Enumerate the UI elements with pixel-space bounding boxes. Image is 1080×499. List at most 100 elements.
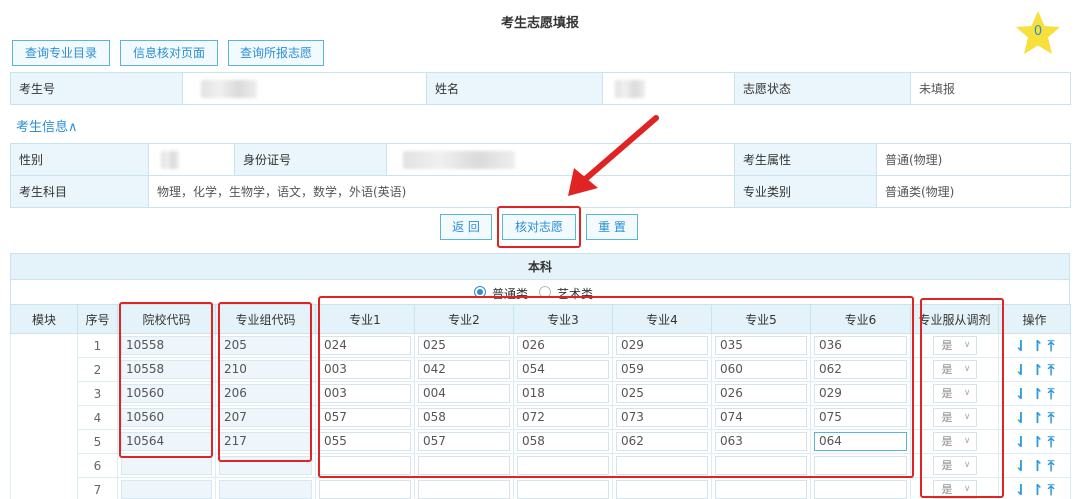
major2-input[interactable]: 025 bbox=[418, 336, 510, 355]
major5-input[interactable] bbox=[715, 480, 807, 499]
move-down-icon[interactable]: ⇃ bbox=[1015, 361, 1028, 379]
major1-input[interactable]: 024 bbox=[319, 336, 411, 355]
major3-input[interactable] bbox=[517, 480, 609, 499]
group-code-input[interactable] bbox=[219, 456, 312, 475]
major4-input[interactable] bbox=[616, 456, 708, 475]
major3-input[interactable]: 054 bbox=[517, 360, 609, 379]
major1-input[interactable]: 055 bbox=[319, 432, 411, 451]
school-code-input[interactable]: 10558 bbox=[121, 336, 212, 355]
major2-input[interactable] bbox=[418, 480, 510, 499]
move-top-icon[interactable]: ⤒ bbox=[1048, 337, 1055, 355]
school-code-input[interactable] bbox=[121, 456, 212, 475]
major4-cell: 073 bbox=[612, 405, 712, 430]
major5-input[interactable]: 060 bbox=[715, 360, 807, 379]
favorites-star-badge[interactable]: 0 bbox=[1014, 10, 1062, 56]
major6-input[interactable]: 036 bbox=[814, 336, 907, 355]
major4-input[interactable] bbox=[616, 480, 708, 499]
major1-col-header: 专业1 bbox=[315, 304, 415, 334]
major1-input[interactable]: 003 bbox=[319, 384, 411, 403]
move-up-icon[interactable]: ↾ bbox=[1031, 457, 1044, 475]
move-top-icon[interactable]: ⤒ bbox=[1048, 361, 1055, 379]
major6-input[interactable]: 029 bbox=[814, 384, 907, 403]
major1-input[interactable] bbox=[319, 480, 411, 499]
move-up-icon[interactable]: ↾ bbox=[1031, 361, 1044, 379]
major6-input[interactable] bbox=[814, 480, 907, 499]
major5-input[interactable]: 074 bbox=[715, 408, 807, 427]
adjust-select[interactable]: 是 ∨ bbox=[932, 480, 977, 499]
major2-input[interactable]: 004 bbox=[418, 384, 510, 403]
move-top-icon[interactable]: ⤒ bbox=[1048, 481, 1055, 499]
query-applied-choices-button[interactable]: 查询所报志愿 bbox=[228, 40, 324, 66]
move-down-icon[interactable]: ⇃ bbox=[1015, 337, 1028, 355]
major6-input[interactable]: 064 bbox=[814, 432, 907, 451]
major3-input[interactable]: 026 bbox=[517, 336, 609, 355]
major3-input[interactable]: 018 bbox=[517, 384, 609, 403]
group-code-input[interactable]: 206 bbox=[219, 384, 312, 403]
move-top-icon[interactable]: ⤒ bbox=[1048, 385, 1055, 403]
major5-input[interactable]: 035 bbox=[715, 336, 807, 355]
major4-input[interactable]: 062 bbox=[616, 432, 708, 451]
adjust-select[interactable]: 是 ∨ bbox=[932, 336, 977, 355]
major2-input[interactable]: 042 bbox=[418, 360, 510, 379]
major3-input[interactable]: 072 bbox=[517, 408, 609, 427]
major4-input[interactable]: 059 bbox=[616, 360, 708, 379]
query-major-catalog-button[interactable]: 查询专业目录 bbox=[12, 40, 110, 66]
move-up-icon[interactable]: ↾ bbox=[1031, 481, 1044, 499]
major1-input[interactable]: 003 bbox=[319, 360, 411, 379]
school-code-input[interactable]: 10564 bbox=[121, 432, 212, 451]
major5-input[interactable] bbox=[715, 456, 807, 475]
move-down-icon[interactable]: ⇃ bbox=[1015, 433, 1028, 451]
move-down-icon[interactable]: ⇃ bbox=[1015, 481, 1028, 499]
major1-input[interactable] bbox=[319, 456, 411, 475]
group-code-input[interactable]: 205 bbox=[219, 336, 312, 355]
back-button[interactable]: 返 回 bbox=[440, 214, 492, 240]
adjust-select[interactable]: 是 ∨ bbox=[932, 432, 977, 451]
major5-input[interactable]: 026 bbox=[715, 384, 807, 403]
normal-category-radio[interactable] bbox=[474, 286, 486, 298]
major4-input[interactable]: 073 bbox=[616, 408, 708, 427]
major3-input[interactable] bbox=[517, 456, 609, 475]
major2-input[interactable] bbox=[418, 456, 510, 475]
major4-input[interactable]: 025 bbox=[616, 384, 708, 403]
major6-input[interactable]: 075 bbox=[814, 408, 907, 427]
art-category-radio[interactable] bbox=[539, 286, 551, 298]
info-check-page-button[interactable]: 信息核对页面 bbox=[120, 40, 218, 66]
candidate-attr-label: 考生属性 bbox=[734, 143, 877, 176]
choice-row: 4 10560 207 057 058 072 073 074 075 是 ∨ ⇃ ↾ ⤒ bbox=[10, 405, 1071, 430]
school-code-input[interactable]: 10560 bbox=[121, 408, 212, 427]
seq-cell: 4 bbox=[77, 405, 118, 430]
group-code-input[interactable]: 210 bbox=[219, 360, 312, 379]
move-top-icon[interactable]: ⤒ bbox=[1048, 457, 1055, 475]
verify-choices-button[interactable]: 核对志愿 bbox=[502, 214, 576, 240]
move-top-icon[interactable]: ⤒ bbox=[1048, 409, 1055, 427]
school-code-input[interactable]: 10558 bbox=[121, 360, 212, 379]
move-down-icon[interactable]: ⇃ bbox=[1015, 457, 1028, 475]
move-up-icon[interactable]: ↾ bbox=[1031, 337, 1044, 355]
school-code-input[interactable] bbox=[121, 480, 212, 499]
group-code-input[interactable]: 217 bbox=[219, 432, 312, 451]
adjust-select[interactable]: 是 ∨ bbox=[932, 408, 977, 427]
group-code-input[interactable]: 207 bbox=[219, 408, 312, 427]
candidate-info-toggle[interactable]: 考生信息∧ bbox=[16, 116, 78, 135]
adjust-select[interactable]: 是 ∨ bbox=[932, 456, 977, 475]
adjust-select[interactable]: 是 ∨ bbox=[932, 360, 977, 379]
major1-input[interactable]: 057 bbox=[319, 408, 411, 427]
move-up-icon[interactable]: ↾ bbox=[1031, 409, 1044, 427]
module-col-header: 模块 bbox=[10, 304, 78, 334]
major2-input[interactable]: 057 bbox=[418, 432, 510, 451]
move-up-icon[interactable]: ↾ bbox=[1031, 433, 1044, 451]
adjust-select[interactable]: 是 ∨ bbox=[932, 384, 977, 403]
major4-input[interactable]: 029 bbox=[616, 336, 708, 355]
group-code-input[interactable] bbox=[219, 480, 312, 499]
major5-input[interactable]: 063 bbox=[715, 432, 807, 451]
major6-input[interactable]: 062 bbox=[814, 360, 907, 379]
move-up-icon[interactable]: ↾ bbox=[1031, 385, 1044, 403]
reset-button[interactable]: 重 置 bbox=[586, 214, 638, 240]
school-code-input[interactable]: 10560 bbox=[121, 384, 212, 403]
major2-input[interactable]: 058 bbox=[418, 408, 510, 427]
major6-input[interactable] bbox=[814, 456, 907, 475]
move-top-icon[interactable]: ⤒ bbox=[1048, 433, 1055, 451]
move-down-icon[interactable]: ⇃ bbox=[1015, 409, 1028, 427]
major3-input[interactable]: 058 bbox=[517, 432, 609, 451]
move-down-icon[interactable]: ⇃ bbox=[1015, 385, 1028, 403]
